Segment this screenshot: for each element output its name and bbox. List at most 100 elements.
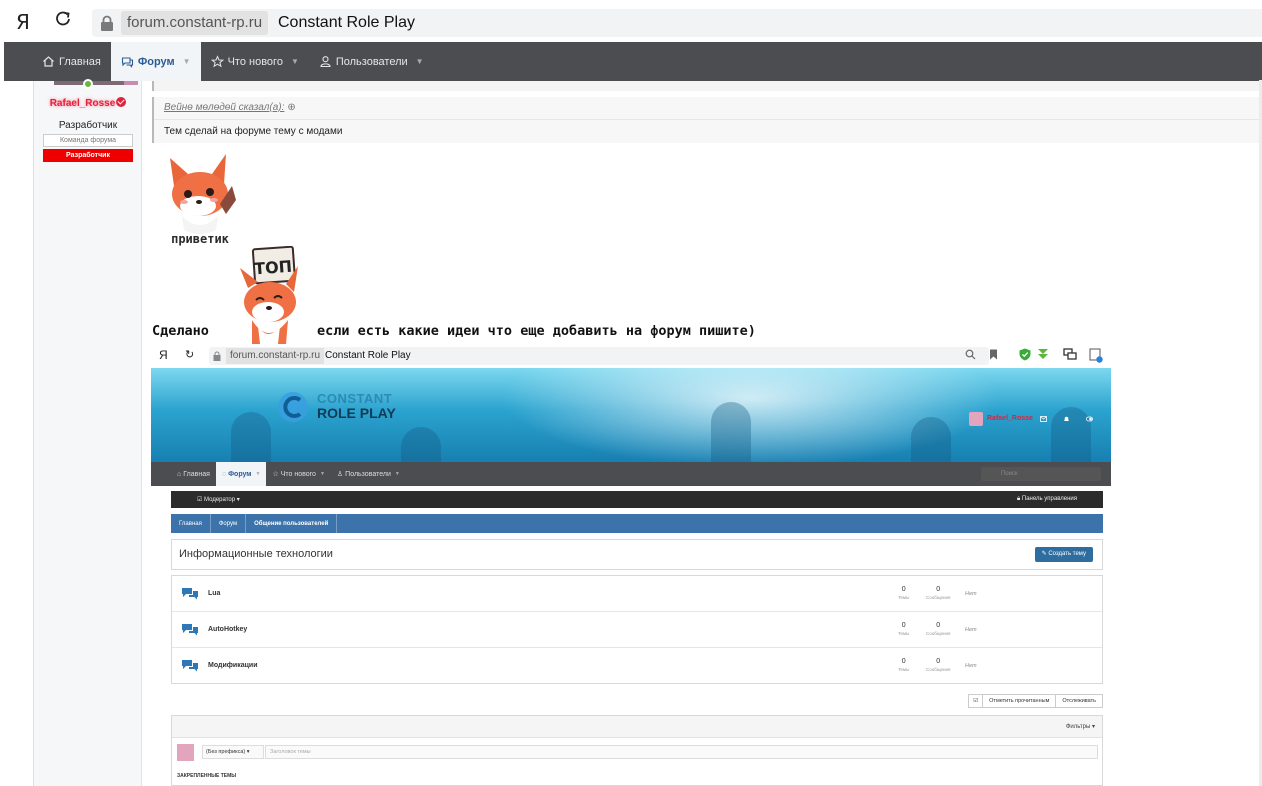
inner-subforum-title: Модификации bbox=[208, 662, 258, 669]
post-text-part2: если есть какие идеи что еще добавить на… bbox=[317, 323, 756, 339]
inner-quick-thread: (Без префикса) ▾ Заголовок темы bbox=[172, 738, 1102, 768]
inner-forum-header: Информационные технологии ✎ Создать тему bbox=[171, 539, 1103, 570]
inner-pinned-label: ЗАКРЕПЛЕННЫЕ ТЕМЫ bbox=[177, 773, 237, 779]
nav-tab-label: Пользователи bbox=[335, 55, 408, 68]
fox-hello-sticker: приветик bbox=[170, 154, 236, 246]
chat-icon bbox=[121, 57, 133, 68]
quote-divider bbox=[154, 119, 1262, 120]
chevron-down-icon[interactable]: ▼ bbox=[183, 57, 191, 66]
inner-moderator-bar: ☑ Модератор ▾ 🔒︎ Панель управления bbox=[171, 491, 1103, 508]
post-username[interactable]: Rafael_Rosse bbox=[34, 97, 142, 109]
inner-forum-nav: ⌂ Главная ◌ Форум ▼ ☆ Что нового ▼ ♙ Пользоват… bbox=[151, 462, 1111, 486]
inner-watch-button: Отслеживать bbox=[1062, 698, 1096, 704]
forum-chat-icon bbox=[182, 624, 198, 636]
chevron-down-icon: ▼ bbox=[394, 471, 400, 477]
forum-nav: Главная Форум ▼ Что нового ▼ Пользовател… bbox=[4, 42, 1262, 81]
inner-mail-icon bbox=[1040, 416, 1047, 422]
nav-tab-forum[interactable]: Форум ▼ bbox=[110, 42, 201, 81]
username-text[interactable]: Rafael_Rosse bbox=[50, 98, 116, 109]
inner-stat-threads: 0 Темы bbox=[898, 622, 909, 638]
chevron-down-icon[interactable]: ▼ bbox=[416, 57, 424, 66]
chevron-down-icon[interactable]: ▼ bbox=[291, 57, 299, 66]
inner-site-header: CONSTANT ROLE PLAY Rafael_Rosse bbox=[151, 368, 1111, 462]
previous-quote-fragment bbox=[152, 81, 1262, 91]
inner-nav-tab-forum: ◌ Форум ▼ bbox=[215, 462, 267, 486]
inner-subforum-list: Lua 0 Темы 0 Сообщения Нет AutoHotkey 0 Тем… bbox=[171, 575, 1103, 684]
browser-toolbar: Я forum.constant-rp.ru Constant Role Pla… bbox=[0, 0, 1262, 42]
reload-icon[interactable] bbox=[52, 8, 74, 30]
inner-moderator-menu: ☑ Модератор ▾ bbox=[197, 497, 240, 503]
address-bar[interactable]: forum.constant-rp.ru Constant Role Play bbox=[92, 9, 1262, 37]
site-logo-text-top: CONSTANT bbox=[317, 391, 393, 406]
stat-label: Сообщения bbox=[926, 667, 951, 672]
star-icon bbox=[210, 55, 224, 68]
online-status-icon bbox=[83, 79, 93, 89]
inner-nav-label: Пользователи bbox=[345, 470, 391, 478]
inner-crumb: Форум bbox=[211, 514, 247, 533]
inner-last-post: Нет bbox=[965, 627, 977, 633]
inner-thread-title-input: Заголовок темы bbox=[265, 745, 1098, 759]
inner-breadcrumb: Главная Форум Общение пользователей bbox=[171, 514, 1103, 533]
inner-reload-icon: ↻ bbox=[185, 349, 195, 361]
home-icon: ⌂ bbox=[177, 470, 182, 478]
inner-crumb-current: Общение пользователей bbox=[246, 514, 338, 533]
left-gutter bbox=[0, 81, 34, 786]
embedded-screenshot: Я ↻ forum.constant-rp.ru Constant Role P… bbox=[151, 345, 1111, 786]
address-url[interactable]: forum.constant-rp.ru bbox=[121, 11, 269, 35]
inner-chat-extension-icon bbox=[1063, 348, 1077, 360]
inner-subforum-row: AutoHotkey 0 Темы 0 Сообщения Нет bbox=[172, 612, 1102, 648]
inner-bell-icon bbox=[1064, 416, 1069, 421]
user-icon: ♙ bbox=[336, 471, 344, 478]
nav-tab-home[interactable]: Главная bbox=[32, 42, 111, 81]
stat-value: 0 bbox=[901, 586, 906, 593]
inner-stat-messages: 0 Сообщения bbox=[926, 586, 950, 602]
home-icon bbox=[43, 56, 54, 67]
inner-crumb: Главная bbox=[171, 514, 211, 533]
quote-author[interactable]: Вейнө мөлөдөй сказал(а): ⊕ bbox=[164, 102, 296, 113]
inner-control-panel-link: 🔒︎ Панель управления bbox=[1017, 496, 1077, 502]
inner-subforum-title: AutoHotkey bbox=[208, 626, 248, 633]
inner-search-box: Поиск bbox=[981, 467, 1101, 481]
page-title: Constant Role Play bbox=[278, 14, 415, 31]
stat-value: 0 bbox=[936, 622, 941, 629]
nav-tab-label: Главная bbox=[59, 55, 101, 68]
forum-chat-icon bbox=[182, 660, 198, 672]
stat-label: Темы bbox=[898, 595, 910, 600]
inner-mark-read-button: Отметить прочитанным bbox=[983, 695, 1057, 707]
user-icon bbox=[320, 56, 331, 68]
nav-tab-users[interactable]: Пользователи ▼ bbox=[309, 42, 434, 81]
inner-create-thread-label: Создать тему bbox=[1048, 551, 1086, 557]
forum-chat-icon bbox=[182, 588, 198, 600]
banner-developer: Разработчик bbox=[43, 149, 133, 162]
yandex-logo[interactable]: Я bbox=[16, 10, 30, 34]
inner-address-url: forum.constant-rp.ru bbox=[226, 348, 325, 364]
stat-label: Темы bbox=[898, 667, 910, 672]
inner-stat-threads: 0 Темы bbox=[898, 586, 909, 602]
stat-label: Сообщения bbox=[926, 595, 951, 600]
inner-user-avatar bbox=[969, 412, 983, 426]
quote-author-text[interactable]: Вейнө мөлөдөй сказал(а): bbox=[164, 102, 284, 113]
inner-control-panel-label: Панель управления bbox=[1021, 496, 1077, 502]
inner-shield-extension-icon bbox=[1019, 348, 1031, 361]
quote-text: Тем сделай на форуме тему с модами bbox=[164, 126, 343, 137]
site-logo-icon bbox=[278, 392, 308, 422]
verified-icon bbox=[116, 97, 127, 107]
stat-label: Темы bbox=[898, 631, 910, 636]
stat-label: Сообщения bbox=[926, 631, 951, 636]
inner-subforum-row: Lua 0 Темы 0 Сообщения Нет bbox=[172, 576, 1102, 612]
sticker-caption: приветик bbox=[171, 232, 230, 246]
inner-toggle-icon bbox=[1086, 416, 1093, 422]
inner-yandex-logo: Я bbox=[159, 348, 168, 362]
inner-search-icon bbox=[965, 349, 976, 360]
inner-filter-bar: Фильтры ▾ bbox=[172, 716, 1102, 738]
stat-value: 0 bbox=[936, 658, 941, 665]
user-title: Разработчик bbox=[58, 120, 118, 131]
nav-tab-whats-new[interactable]: Что нового ▼ bbox=[201, 42, 309, 81]
inner-browser-toolbar: Я ↻ forum.constant-rp.ru Constant Role P… bbox=[151, 345, 1111, 367]
star-icon: ☆ bbox=[272, 471, 279, 478]
chat-icon: ◌ bbox=[221, 470, 227, 478]
inner-filters-dropdown: Фильтры ▾ bbox=[1065, 724, 1095, 730]
fox-top-sticker: ТОП bbox=[240, 246, 298, 344]
nav-tab-label: Форум bbox=[137, 55, 175, 68]
expand-quote-icon[interactable]: ⊕ bbox=[287, 102, 295, 113]
